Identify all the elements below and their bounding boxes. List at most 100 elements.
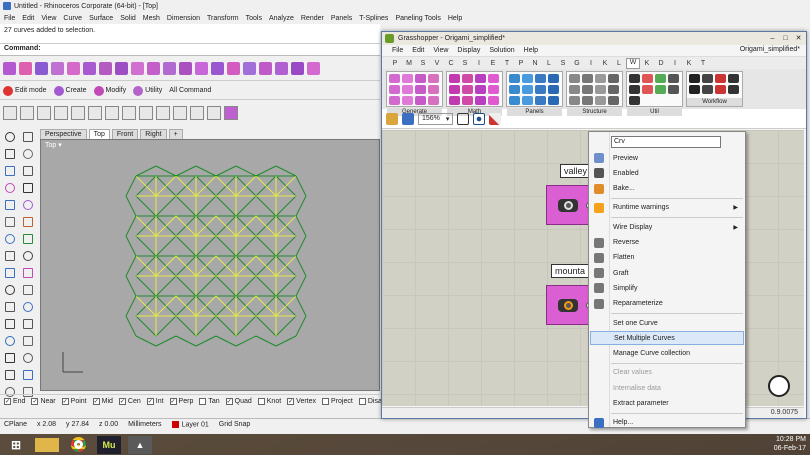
palette-tool-icon-9[interactable] [2,198,17,212]
gh-component-icon[interactable] [428,96,439,105]
zoom-dropdown[interactable]: 156% ▾ [418,112,454,125]
palette-tool-icon-28[interactable] [20,351,35,365]
save-file-icon[interactable] [402,112,414,125]
preview-eye-icon[interactable] [473,112,486,125]
palette-tool-icon-1[interactable] [2,130,17,144]
all-command-button[interactable]: All Command [169,87,214,94]
gh-component-icon[interactable] [655,74,666,83]
tool-icon-12[interactable] [179,62,192,75]
gh-component-icon[interactable] [475,96,486,105]
menu-help[interactable]: Help [448,15,462,22]
command-line[interactable]: Command: [0,44,380,56]
tool-icon-13[interactable] [195,62,208,75]
checkbox-icon[interactable] [257,398,265,405]
palette-tool-icon-30[interactable] [20,368,35,382]
gh-component-icon[interactable] [642,85,653,94]
tool-icon-9[interactable] [131,62,144,75]
gh-component-icon[interactable] [509,96,520,105]
gh-component-icon[interactable] [548,85,559,94]
gh-component-icon[interactable] [642,74,653,83]
gh-tab-13[interactable]: S [556,60,570,67]
gh-component-icon[interactable] [415,74,426,83]
gh-component-icon[interactable] [509,74,520,83]
osnap-point[interactable]: ✓ Point [61,398,87,405]
gh-component-icon[interactable] [389,85,400,94]
checkbox-icon[interactable]: ✓ [118,398,126,405]
minimize-icon[interactable]: ‒ [767,33,778,43]
tool-icon-14[interactable] [211,62,224,75]
gh-component-icon[interactable] [728,74,739,83]
system-clock[interactable]: 10:28 PM 06-Feb-17 [774,435,806,453]
chrome-icon[interactable] [66,436,90,454]
gh-component-icon[interactable] [582,74,593,83]
osnap-perp[interactable]: ✓ Perp [169,398,193,405]
tab-top[interactable]: Top [88,129,110,139]
gh-component-icon[interactable] [608,96,619,105]
palette-tool-icon-14[interactable] [20,232,35,246]
menu-item-set-one-curve[interactable]: Set one Curve [590,316,744,330]
gh-component-icon[interactable] [488,74,499,83]
gh-tab-8[interactable]: E [486,60,500,67]
palette-tool-icon-22[interactable] [20,300,35,314]
gh-component-icon[interactable] [415,85,426,94]
osnap-near[interactable]: ✓ Near [31,398,56,405]
gh-tab-3[interactable]: S [416,60,430,67]
tool-icon-20[interactable] [307,62,320,75]
menu-mesh[interactable]: Mesh [143,15,160,22]
menu-tsplines[interactable]: T-Splines [359,15,388,22]
menu-transform[interactable]: Transform [207,15,239,22]
gh-panel-label[interactable]: Workflow [687,98,742,106]
gh-menu-file[interactable]: File [392,47,403,54]
gh-component-icon[interactable] [629,74,640,83]
checkbox-icon[interactable]: ✓ [169,398,177,405]
tool-icon-2[interactable] [19,62,32,75]
canvas-navigator-icon[interactable] [768,375,790,397]
gh-menu-help[interactable]: Help [524,47,538,54]
gh-component-icon[interactable] [509,85,520,94]
display-tool-icon-11[interactable] [173,106,187,120]
gh-component-icon[interactable] [449,96,460,105]
tab-add[interactable]: + [168,129,183,139]
file-explorer-icon[interactable] [35,437,59,452]
menu-item-extract-parameter[interactable]: Extract parameter [590,397,744,411]
gh-component-icon[interactable] [535,85,546,94]
gh-component-icon[interactable] [629,85,640,94]
gh-component-icon[interactable] [728,85,739,94]
gh-component-icon[interactable] [702,85,713,94]
gh-tab-14[interactable]: G [570,60,584,67]
gh-component-icon[interactable] [595,96,606,105]
menu-item-simplify[interactable]: Simplify [590,281,744,295]
menu-item-bake[interactable]: Bake... [590,182,744,196]
tool-icon-4[interactable] [51,62,64,75]
osnap-end[interactable]: ✓ End [4,398,25,405]
gh-menu-display[interactable]: Display [457,47,480,54]
tool-icon-6[interactable] [83,62,96,75]
gh-menu-edit[interactable]: Edit [412,47,424,54]
gh-tab-7[interactable]: I [472,60,486,67]
gh-document-name[interactable]: Origami_simplified* [740,46,800,53]
palette-tool-icon-20[interactable] [20,283,35,297]
palette-tool-icon-10[interactable] [20,198,35,212]
gh-component-icon[interactable] [668,74,679,83]
gh-tab-20[interactable]: D [654,60,668,67]
osnap-vertex[interactable]: ✓ Vertex [287,398,316,405]
tab-front[interactable]: Front [111,129,139,139]
gh-component-icon[interactable] [449,74,460,83]
tool-icon-11[interactable] [163,62,176,75]
palette-tool-icon-26[interactable] [20,334,35,348]
menu-solid[interactable]: Solid [120,15,136,22]
tool-icon-1[interactable] [3,62,16,75]
menu-item-reverse[interactable]: Reverse [590,236,744,250]
gh-component-icon[interactable] [569,96,580,105]
menu-paneling-tools[interactable]: Paneling Tools [395,15,440,22]
menu-curve[interactable]: Curve [63,15,82,22]
menu-file[interactable]: File [4,15,15,22]
open-file-icon[interactable] [386,112,398,125]
checkbox-icon[interactable]: ✓ [92,398,100,405]
valley-curve-param[interactable] [546,185,593,225]
menu-edit[interactable]: Edit [22,15,34,22]
close-icon[interactable]: ✕ [793,33,804,43]
osnap-project[interactable]: Project [322,398,353,405]
menu-analyze[interactable]: Analyze [269,15,294,22]
display-tool-icon-4[interactable] [54,106,68,120]
